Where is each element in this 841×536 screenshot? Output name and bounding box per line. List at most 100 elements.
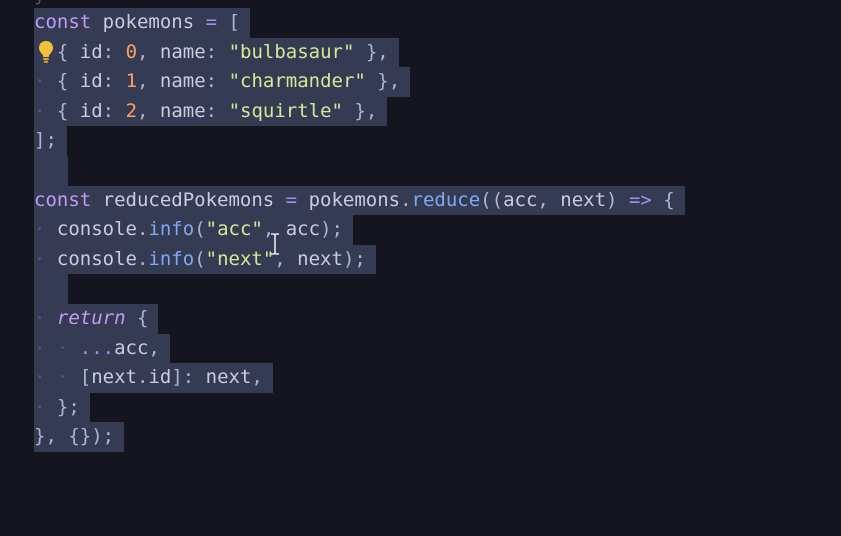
code-token: const bbox=[34, 11, 92, 33]
code-token: }, bbox=[342, 99, 378, 122]
code-token: . bbox=[136, 247, 149, 270]
code-token: const bbox=[34, 188, 92, 211]
selection-highlight: { id: 0, name: "bulbasaur" }, bbox=[34, 37, 399, 68]
code-token: : bbox=[102, 40, 115, 63]
code-token: = bbox=[205, 11, 218, 33]
code-line[interactable]: const pokemons = [ bbox=[34, 8, 250, 38]
code-token: { bbox=[651, 188, 675, 211]
code-token: next bbox=[194, 366, 252, 389]
code-line[interactable]: · console.info("acc", acc); bbox=[34, 215, 353, 245]
code-token: = bbox=[285, 188, 298, 211]
code-line[interactable]: · · [next.id]: next, bbox=[34, 363, 273, 393]
code-line[interactable]: · return { bbox=[34, 304, 159, 334]
code-token: next bbox=[548, 188, 607, 211]
code-token: ) bbox=[606, 188, 618, 211]
code-token: "charmander" bbox=[217, 70, 366, 93]
indent-whitespace: · · bbox=[34, 366, 80, 389]
selection-highlight: · console.info("acc", acc); bbox=[34, 215, 353, 245]
code-token: "bulbasaur" bbox=[217, 40, 355, 63]
code-token: info bbox=[148, 218, 195, 241]
code-token: 0 bbox=[114, 40, 138, 63]
code-token: , bbox=[137, 40, 149, 63]
code-token: 2 bbox=[114, 99, 138, 122]
code-token: info bbox=[148, 247, 195, 270]
code-token: }, bbox=[365, 70, 401, 93]
selection-highlight: · · ...acc, bbox=[34, 333, 170, 364]
selection-highlight: const reducedPokemons = pokemons.reduce(… bbox=[34, 185, 685, 216]
selection-highlight: · return { bbox=[34, 304, 159, 334]
code-line[interactable] bbox=[34, 156, 68, 186]
code-token: "next" bbox=[205, 247, 275, 270]
selection-highlight: ]; bbox=[34, 126, 67, 156]
lightbulb-icon[interactable] bbox=[38, 40, 54, 64]
code-token: , bbox=[137, 99, 149, 122]
code-token: { bbox=[56, 99, 69, 122]
code-token: . bbox=[136, 366, 149, 389]
code-token: : bbox=[102, 70, 115, 93]
code-token: { bbox=[56, 70, 69, 93]
code-token: { bbox=[125, 307, 149, 329]
indent-whitespace: · bbox=[34, 247, 57, 270]
code-token: ]: bbox=[171, 366, 195, 389]
code-token: }, bbox=[34, 425, 57, 448]
code-token: id bbox=[68, 70, 103, 93]
code-line[interactable]: · { id: 2, name: "squirtle" }, bbox=[34, 96, 388, 127]
indent-whitespace: · bbox=[34, 218, 57, 241]
code-token: }; bbox=[56, 395, 80, 418]
selection-highlight: · · [next.id]: next, bbox=[34, 363, 273, 393]
selection-highlight bbox=[34, 274, 68, 304]
selection-highlight: · { id: 1, name: "charmander" }, bbox=[34, 67, 411, 97]
code-token: id bbox=[68, 99, 103, 122]
code-token: next bbox=[285, 247, 343, 270]
code-token: 1 bbox=[114, 70, 138, 93]
code-token: => bbox=[617, 188, 652, 211]
code-token: return bbox=[56, 307, 126, 329]
code-line[interactable]: · }; bbox=[34, 392, 90, 423]
code-token: }, bbox=[354, 40, 389, 63]
selection-highlight: · }; bbox=[34, 392, 90, 423]
code-token: . bbox=[400, 188, 412, 211]
code-line[interactable]: const reducedPokemons = pokemons.reduce(… bbox=[34, 185, 685, 216]
code-token: [ bbox=[217, 11, 240, 33]
code-token: pokemons bbox=[91, 11, 206, 33]
code-token: , bbox=[251, 366, 263, 389]
selection-highlight: · { id: 2, name: "squirtle" }, bbox=[34, 96, 388, 127]
code-token: acc bbox=[274, 218, 321, 241]
code-token: "squirtle" bbox=[217, 99, 343, 122]
code-token: name bbox=[148, 70, 206, 93]
code-token: . bbox=[136, 218, 149, 241]
code-token: , bbox=[537, 188, 549, 211]
code-token: : bbox=[205, 70, 218, 93]
code-line[interactable]: }, {}); bbox=[34, 422, 125, 452]
code-token: ); bbox=[342, 247, 366, 270]
text-cursor-icon bbox=[271, 233, 279, 255]
code-token: : bbox=[205, 40, 218, 63]
code-token: : bbox=[205, 99, 218, 122]
code-token: next bbox=[91, 366, 137, 389]
code-line[interactable]: ]; bbox=[34, 126, 67, 156]
code-line[interactable]: · · ...acc, bbox=[34, 333, 170, 364]
code-token: name bbox=[148, 99, 206, 122]
code-token: console bbox=[56, 247, 137, 270]
code-line[interactable] bbox=[34, 274, 68, 304]
code-token: acc bbox=[114, 336, 149, 359]
code-line[interactable]: · console.info("next", next); bbox=[34, 244, 376, 275]
code-token: id bbox=[148, 366, 172, 389]
code-token: acc bbox=[503, 188, 538, 211]
code-line[interactable]: { id: 0, name: "bulbasaur" }, bbox=[34, 37, 399, 68]
selection-highlight: · console.info("next", next); bbox=[34, 244, 376, 275]
code-token: ]; bbox=[34, 129, 57, 152]
code-token: ... bbox=[79, 336, 115, 359]
code-token: reducedPokemons bbox=[91, 188, 286, 211]
selection-highlight bbox=[34, 156, 68, 186]
code-editor[interactable]: } const pokemons = [ { id: 0, name: "bul… bbox=[0, 0, 841, 536]
indent-whitespace: · · bbox=[34, 336, 80, 359]
code-token: console bbox=[56, 218, 137, 241]
code-line[interactable]: · { id: 1, name: "charmander" }, bbox=[34, 67, 411, 97]
code-token: ( bbox=[194, 247, 206, 270]
code-token: {}); bbox=[56, 425, 115, 448]
indent-whitespace: · bbox=[34, 99, 57, 122]
selection-highlight: }, {}); bbox=[34, 422, 125, 452]
code-token: { bbox=[56, 40, 69, 63]
code-token: ( bbox=[194, 218, 206, 241]
